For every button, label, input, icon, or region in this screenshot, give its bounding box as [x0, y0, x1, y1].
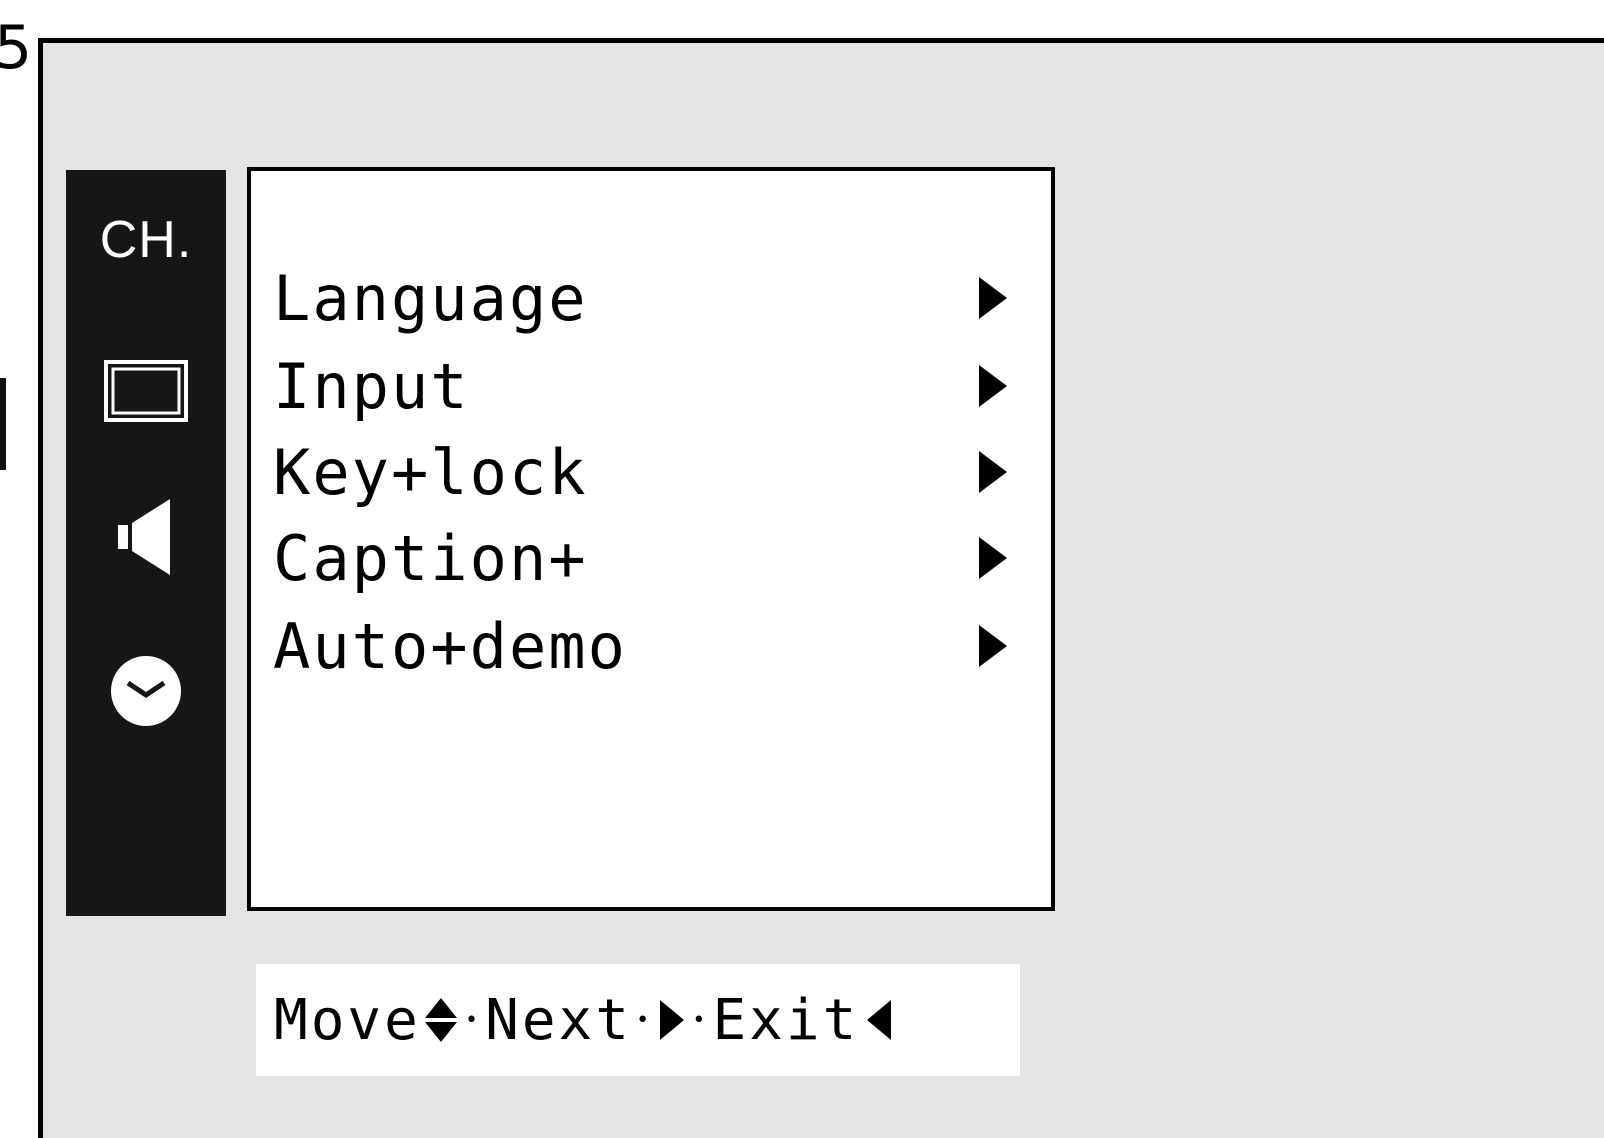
chevron-right-icon [979, 277, 1007, 319]
left-arrow-icon [867, 1000, 892, 1040]
sidebar-item-time[interactable] [66, 646, 226, 736]
separator-dot: • [464, 1007, 482, 1033]
sidebar-item-channel[interactable]: CH. [66, 210, 226, 270]
menu-item-auto-demo[interactable]: Auto+demo [273, 603, 1013, 689]
chevron-right-icon [979, 451, 1007, 493]
setup-menu: Language Input Key+lock Caption+ Auto+de… [247, 167, 1055, 911]
next-label: Next [485, 987, 632, 1053]
menu-item-label: Caption+ [273, 521, 588, 595]
chevron-right-icon [979, 625, 1007, 667]
move-label: Move [274, 987, 421, 1053]
menu-item-language[interactable]: Language [273, 255, 1013, 341]
clock-icon [111, 656, 181, 726]
chevron-right-icon [979, 365, 1007, 407]
menu-item-label: Auto+demo [273, 609, 627, 683]
exit-label: Exit [712, 987, 860, 1053]
picture-icon [104, 360, 188, 422]
sidebar-item-picture[interactable] [66, 356, 226, 426]
edge-fragment: 5 [0, 13, 33, 83]
speaker-icon [118, 499, 170, 575]
right-arrow-icon [660, 1000, 685, 1040]
menu-item-label: Language [273, 261, 588, 335]
separator-dot: • [635, 1007, 653, 1033]
menu-item-label: Key+lock [273, 435, 588, 509]
sidebar-item-audio[interactable] [66, 492, 226, 582]
menu-item-input[interactable]: Input [273, 343, 1013, 429]
menu-sidebar: CH. [66, 170, 226, 916]
edge-bar [0, 378, 6, 470]
menu-item-label: Input [273, 349, 470, 423]
separator-dot: • [692, 1007, 709, 1033]
channel-label: CH. [99, 211, 193, 269]
navigation-help-bar: Move • Next • • Exit [256, 964, 1020, 1076]
chevron-right-icon [979, 537, 1007, 579]
menu-item-caption[interactable]: Caption+ [273, 515, 1013, 601]
up-down-arrows-icon [424, 998, 457, 1042]
menu-item-key-lock[interactable]: Key+lock [273, 429, 1013, 515]
